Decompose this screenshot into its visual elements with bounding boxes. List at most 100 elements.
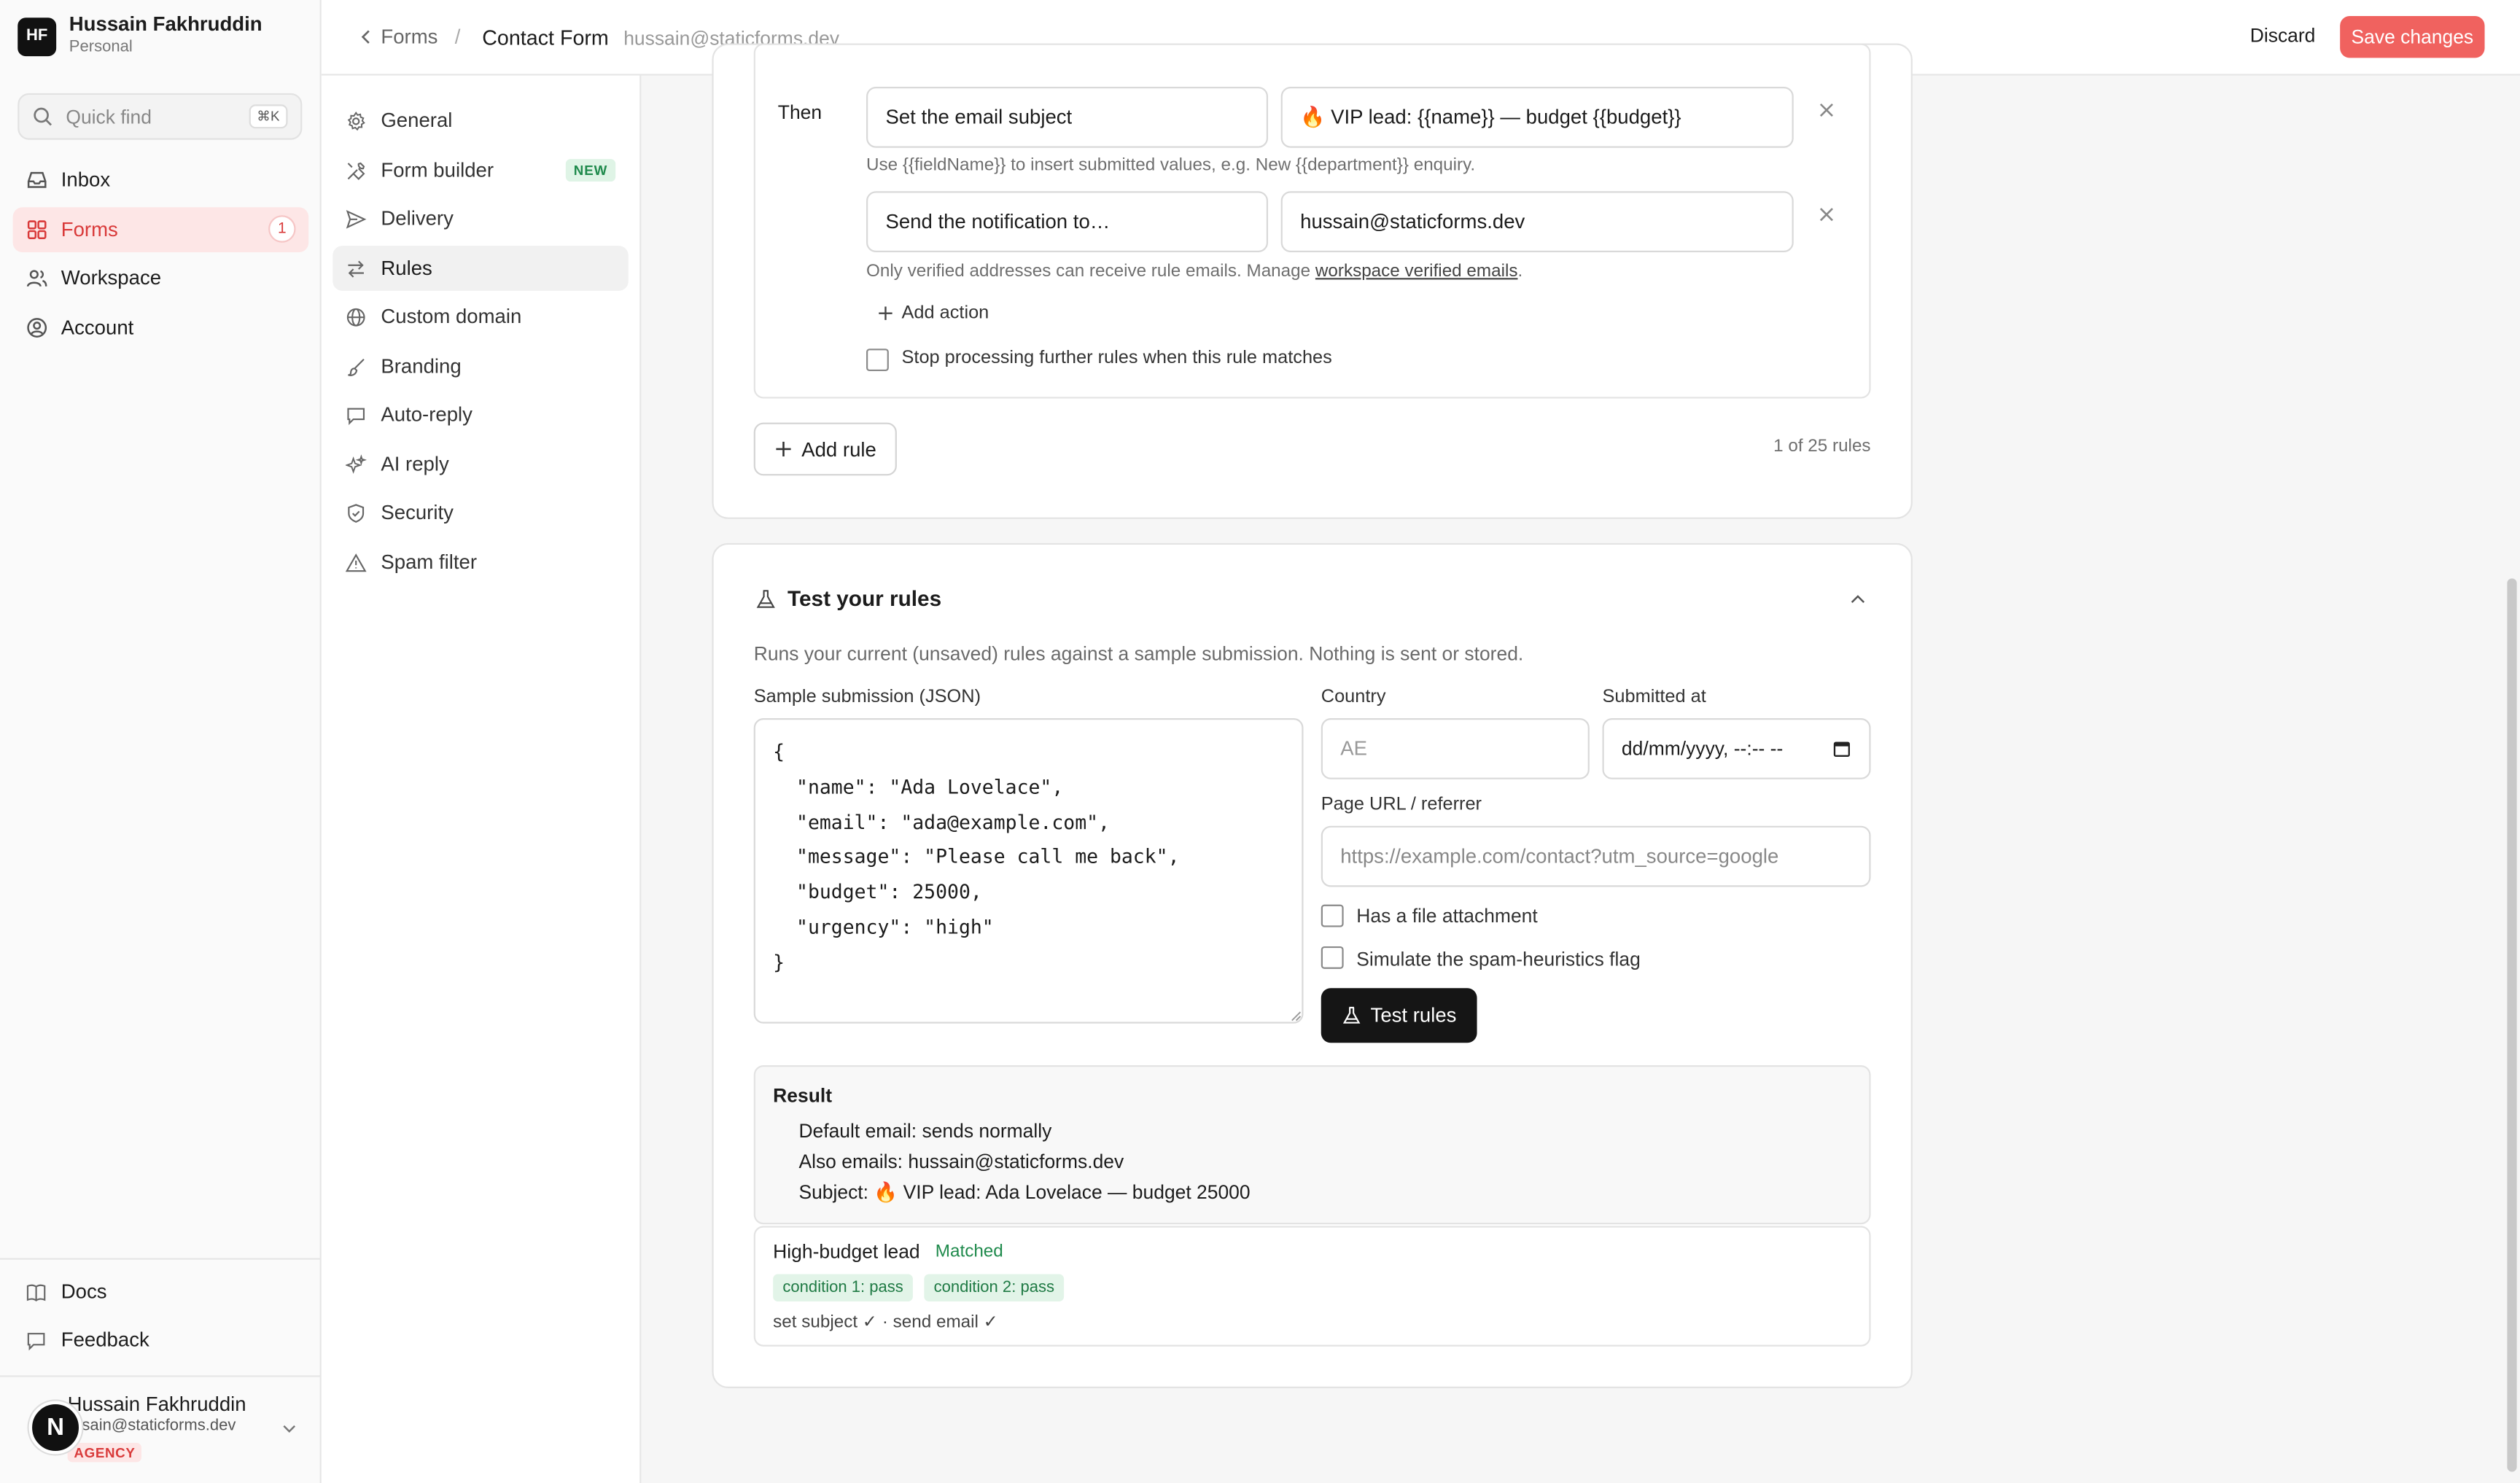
subject-help-text: Use {{fieldName}} to insert submitted va…: [866, 155, 1476, 176]
remove-action-2-icon[interactable]: [1818, 206, 1835, 223]
add-rule-label: Add rule: [801, 437, 876, 461]
quick-find[interactable]: Quick find ⌘K: [18, 93, 303, 140]
notification-email-input[interactable]: hussain@staticforms.dev: [1280, 191, 1794, 252]
sample-json-textarea[interactable]: { "name": "Ada Lovelace", "email": "ada@…: [753, 718, 1304, 1024]
docs-link[interactable]: Docs: [26, 1280, 107, 1303]
main-content: Then Set the email subject 🔥 VIP lead: {…: [641, 43, 2520, 1483]
chevron-up-icon[interactable]: [1848, 590, 1867, 609]
grid-icon: [26, 218, 48, 241]
verified-help-text: Only verified addresses can receive rule…: [866, 262, 1522, 281]
user-avatar[interactable]: N: [28, 1401, 82, 1455]
scrollbar-thumb[interactable]: [2507, 578, 2517, 1472]
nav-label-inbox: Inbox: [61, 168, 111, 192]
tab-auto-reply-label: Auto-reply: [381, 403, 472, 426]
nav-label-workspace: Workspace: [61, 266, 162, 289]
file-attachment-checkbox[interactable]: [1321, 904, 1344, 927]
condition-pill: condition 2: pass: [924, 1274, 1065, 1301]
user-name: Hussain Fakhruddin: [67, 1393, 246, 1416]
form-settings-nav: General Form builder NEW Delivery Rules …: [321, 75, 642, 1483]
subject-template-value: 🔥 VIP lead: {{name}} — budget {{budget}}: [1300, 105, 1681, 128]
nav-item-workspace[interactable]: Workspace: [13, 255, 309, 300]
remove-action-1-icon[interactable]: [1818, 101, 1835, 119]
submitted-at-input[interactable]: dd/mm/yyyy, --:-- --: [1602, 718, 1871, 779]
user-circle-icon: [26, 316, 48, 338]
main-nav: Inbox Forms 1 Workspace Account: [12, 157, 309, 354]
result-line: Subject: 🔥 VIP lead: Ada Lovelace — budg…: [798, 1180, 1251, 1204]
plus-icon: [774, 440, 792, 458]
tab-security[interactable]: Security: [332, 490, 629, 535]
nav-label-forms: Forms: [61, 217, 118, 241]
flask-icon: [1342, 1006, 1361, 1025]
account-name: Hussain Fakhruddin: [69, 12, 262, 36]
json-label: Sample submission (JSON): [753, 688, 981, 707]
breadcrumb-forms[interactable]: Forms: [381, 26, 438, 48]
globe-icon: [346, 306, 367, 327]
nav-item-account[interactable]: Account: [13, 305, 309, 350]
new-badge: NEW: [565, 159, 616, 182]
nav-item-inbox[interactable]: Inbox: [13, 157, 309, 203]
reply-icon: [346, 404, 367, 425]
country-placeholder: AE: [1340, 737, 1368, 760]
search-icon: [32, 106, 53, 127]
tab-general-label: General: [381, 109, 453, 132]
tab-ai-reply[interactable]: AI reply: [332, 442, 629, 487]
tab-delivery[interactable]: Delivery: [332, 196, 629, 241]
inbox-icon: [26, 168, 48, 191]
tab-spam-filter[interactable]: Spam filter: [332, 540, 629, 585]
sidebar: HF Hussain Fakhruddin Personal Quick fin…: [0, 0, 322, 1483]
sparkle-icon: [345, 454, 367, 475]
match-actions: set subject ✓ · send email ✓: [773, 1312, 998, 1332]
test-rules-description: Runs your current (unsaved) rules agains…: [753, 642, 1524, 666]
rules-count: 1 of 25 rules: [1773, 437, 1871, 456]
tab-form-builder[interactable]: Form builder NEW: [332, 148, 629, 193]
feedback-link[interactable]: Feedback: [26, 1328, 149, 1351]
add-action-button[interactable]: Add action: [877, 303, 989, 323]
send-icon: [346, 208, 367, 229]
page-title: Contact Form: [482, 25, 609, 50]
stop-processing-checkbox[interactable]: [866, 349, 889, 372]
nav-item-forms[interactable]: Forms 1: [12, 206, 309, 252]
account-switcher[interactable]: HF Hussain Fakhruddin Personal: [18, 13, 262, 60]
add-rule-button[interactable]: Add rule: [753, 422, 897, 476]
tab-rules-label: Rules: [381, 257, 432, 280]
page-url-input[interactable]: https://example.com/contact?utm_source=g…: [1321, 825, 1871, 887]
verified-emails-link[interactable]: workspace verified emails: [1315, 262, 1518, 281]
tab-general[interactable]: General: [332, 98, 629, 143]
page-url-label: Page URL / referrer: [1321, 795, 1482, 815]
tab-security-label: Security: [381, 501, 454, 524]
tab-branding[interactable]: Branding: [332, 344, 629, 389]
then-label: Then: [777, 101, 822, 124]
chevron-down-icon[interactable]: [280, 1419, 299, 1438]
tab-rules[interactable]: Rules: [332, 246, 629, 291]
test-rules-button-label: Test rules: [1370, 1004, 1457, 1027]
calendar-icon[interactable]: [1832, 739, 1851, 758]
forms-count-badge: 1: [268, 215, 296, 243]
tab-ai-reply-label: AI reply: [381, 453, 449, 476]
flask-icon: [755, 588, 777, 611]
breadcrumb-separator: /: [454, 26, 461, 49]
discard-button[interactable]: Discard: [2250, 24, 2316, 47]
verified-help-prefix: Only verified addresses can receive rule…: [866, 262, 1315, 281]
plan-badge: AGENCY: [67, 1442, 142, 1463]
resize-handle-icon[interactable]: [1291, 1011, 1302, 1021]
chevron-left-icon[interactable]: [357, 27, 376, 46]
file-attachment-label: Has a file attachment: [1356, 904, 1538, 927]
quick-find-shortcut: ⌘K: [249, 104, 288, 129]
country-input[interactable]: AE: [1321, 718, 1590, 779]
verified-help-suffix: .: [1517, 262, 1523, 281]
save-changes-button[interactable]: Save changes: [2340, 16, 2485, 58]
tab-auto-reply[interactable]: Auto-reply: [332, 392, 629, 437]
submitted-at-placeholder: dd/mm/yyyy, --:-- --: [1621, 737, 1784, 760]
tab-custom-domain-label: Custom domain: [381, 305, 522, 328]
tab-custom-domain[interactable]: Custom domain: [332, 294, 629, 339]
tab-branding-label: Branding: [381, 355, 462, 378]
action-type-select-2[interactable]: Send the notification to…: [866, 191, 1269, 252]
add-action-label: Add action: [901, 303, 989, 323]
result-line: Also emails: hussain@staticforms.dev: [798, 1150, 1124, 1173]
test-rules-title: Test your rules: [788, 586, 942, 611]
spam-flag-checkbox[interactable]: [1321, 946, 1344, 969]
subject-template-input[interactable]: 🔥 VIP lead: {{name}} — budget {{budget}}: [1280, 86, 1794, 148]
test-rules-button[interactable]: Test rules: [1321, 988, 1477, 1043]
action-type-select-1[interactable]: Set the email subject: [866, 86, 1269, 148]
action-type-1-value: Set the email subject: [885, 106, 1073, 129]
